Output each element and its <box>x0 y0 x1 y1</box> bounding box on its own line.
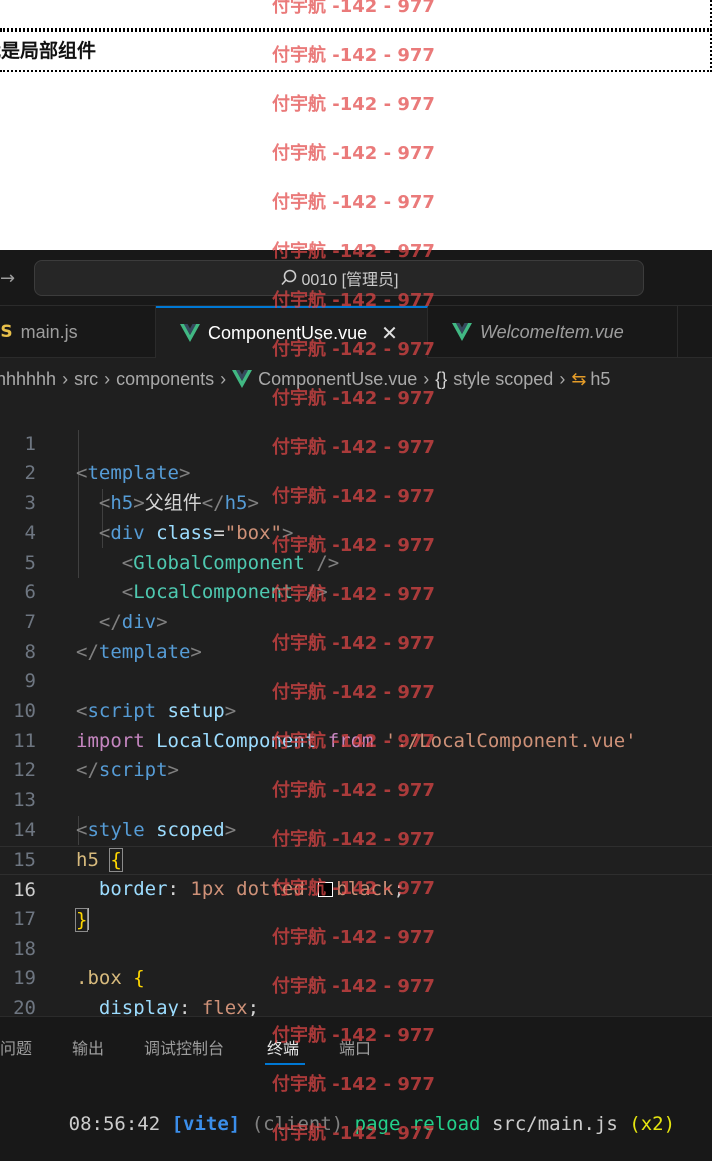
breadcrumb-section[interactable]: style scoped <box>453 369 553 390</box>
code-line: 9 <script setup> <box>24 670 237 722</box>
tab-welcomeitem-vue[interactable]: WelcomeItem.vue <box>428 306 678 358</box>
code-line: 8 <box>24 640 36 663</box>
element-tag-icon: ⇆ <box>571 368 587 389</box>
code-line: 20 } <box>13 997 87 1049</box>
browser-preview: 我是局部组件 <box>0 0 712 250</box>
code-line: 19 display: flex; <box>13 967 260 1019</box>
breadcrumb: hhhhhh › src › components › ComponentUse… <box>0 358 712 400</box>
vue-file-icon <box>452 323 472 341</box>
braces-icon: {} <box>435 368 448 389</box>
js-file-icon: JS <box>0 322 13 342</box>
bottom-panel: 问题 输出 调试控制台 终端 端口 08:56:42 [vite] (clien… <box>0 1016 712 1161</box>
breadcrumb-root[interactable]: hhhhhh <box>0 369 56 390</box>
code-line: 10 import LocalComponent from './LocalCo… <box>13 700 637 752</box>
chevron-right-icon: › <box>559 368 566 389</box>
tab-debug-console[interactable]: 调试控制台 <box>144 1035 224 1059</box>
local-component-text: 我是局部组件 <box>0 41 97 62</box>
code-line: 14 h5 { <box>13 818 123 872</box>
code-line: 13 <style scoped> <box>13 789 237 841</box>
code-line: 18 .box { <box>13 937 145 990</box>
chevron-right-icon: › <box>220 368 227 389</box>
chevron-right-icon: › <box>62 368 69 389</box>
search-icon <box>280 269 296 286</box>
code-line: 17 <box>13 907 36 930</box>
search-text: 0010 [管理员] <box>301 272 399 289</box>
vscode-window: → 0010 [管理员] JS main.js ComponentUse.vue… <box>0 250 712 1161</box>
tab-label: main.js <box>20 321 78 342</box>
local-component-border <box>0 30 712 72</box>
code-line: 11 </script> <box>13 729 179 782</box>
tab-componentuse-vue[interactable]: ComponentUse.vue ✕ <box>156 306 428 358</box>
breadcrumb-tail[interactable]: h5 <box>590 369 610 390</box>
breadcrumb-components[interactable]: components <box>116 369 214 390</box>
editor-tabs: JS main.js ComponentUse.vue ✕ WelcomeIte… <box>0 306 712 358</box>
title-bar: → 0010 [管理员] <box>0 250 712 306</box>
code-editor[interactable]: 1 <template> 2 <h5>父组件</h5> 3 <div class… <box>0 400 712 1049</box>
nav-forward-icon[interactable]: → <box>0 268 15 289</box>
chevron-right-icon: › <box>104 368 111 389</box>
command-center-search[interactable]: 0010 [管理员] <box>34 260 644 296</box>
code-line: 6 </div> <box>24 581 168 633</box>
code-line-current: 16 } <box>0 845 712 932</box>
tab-ports[interactable]: 端口 <box>339 1035 371 1059</box>
code-line: 15 border: 1px dotted black; <box>13 848 405 901</box>
breadcrumb-src[interactable]: src <box>74 369 98 390</box>
breadcrumb-file[interactable]: ComponentUse.vue <box>258 369 417 390</box>
parent-h5-border <box>0 0 712 30</box>
tab-output[interactable]: 输出 <box>72 1035 104 1059</box>
code-line: 5 <LocalComponent /> <box>24 551 328 604</box>
tab-label: WelcomeItem.vue <box>480 321 624 342</box>
code-line: 2 <h5>父组件</h5> <box>24 462 259 515</box>
chevron-right-icon: › <box>423 368 430 389</box>
vue-file-icon <box>180 324 200 342</box>
close-icon[interactable]: ✕ <box>381 321 398 346</box>
code-line: 4 <GlobalComponent /> <box>24 521 340 574</box>
code-line: 12 <box>13 759 36 782</box>
vue-file-icon <box>232 370 253 388</box>
tab-problems[interactable]: 问题 <box>0 1035 32 1059</box>
active-tab-indicator <box>265 1063 305 1065</box>
tab-main-js[interactable]: JS main.js <box>0 306 156 358</box>
terminal-output[interactable]: 08:56:42 [vite] (client) page reload src… <box>0 1091 675 1157</box>
tab-label: ComponentUse.vue <box>208 322 368 343</box>
tab-terminal[interactable]: 终端 <box>267 1035 299 1059</box>
code-line: 3 <div class="box"> <box>24 492 294 544</box>
code-line: 7 </template> <box>24 610 202 663</box>
code-line: 1 <template> <box>24 432 191 485</box>
